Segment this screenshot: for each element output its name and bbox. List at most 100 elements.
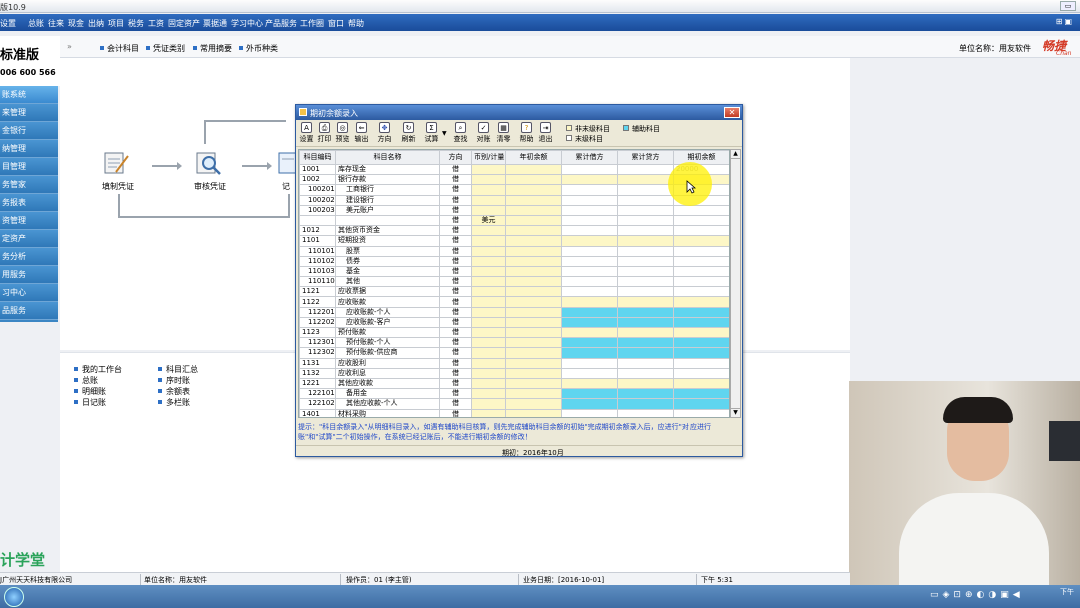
opening-balance-cell[interactable] <box>673 296 729 308</box>
column-header[interactable]: 科目名称 <box>335 150 440 165</box>
find-button[interactable]: ⌕ 查找 <box>451 122 470 146</box>
menu-item[interactable]: 往来 <box>48 18 64 29</box>
cumulative-debit-cell[interactable] <box>561 306 618 318</box>
account-name-cell[interactable]: 其他货币资金 <box>335 225 440 237</box>
grid-scrollbar[interactable]: ▲ ▼ <box>730 149 741 418</box>
account-name-cell[interactable]: 股票 <box>335 245 440 257</box>
account-code-cell[interactable]: 1401 <box>299 408 336 417</box>
account-code-cell[interactable]: 112201 <box>299 306 336 318</box>
account-name-cell[interactable]: 其他应收款 <box>335 377 440 390</box>
account-code-cell[interactable] <box>299 214 336 227</box>
column-header[interactable]: 方向 <box>439 150 472 165</box>
cumulative-debit-cell[interactable] <box>561 367 618 379</box>
year-start-balance-cell[interactable] <box>505 316 562 329</box>
year-start-balance-cell[interactable] <box>505 194 562 206</box>
opening-balance-cell[interactable] <box>673 337 729 349</box>
menu-item[interactable]: 工资 <box>148 18 164 29</box>
direction-cell[interactable]: 借 <box>439 214 472 227</box>
table-row[interactable]: 1221 其他应收款借 <box>299 377 729 390</box>
direction-button[interactable]: ✥ 方向 <box>375 122 394 146</box>
year-start-balance-cell[interactable] <box>505 357 562 369</box>
currency-cell[interactable] <box>471 204 506 216</box>
cumulative-credit-cell[interactable] <box>617 184 674 196</box>
cumulative-credit-cell[interactable] <box>617 316 674 329</box>
account-code-cell[interactable]: 1221 <box>299 377 336 390</box>
column-header[interactable]: 累计借方 <box>561 150 618 165</box>
currency-cell[interactable] <box>471 235 506 247</box>
sidebar-item[interactable]: 用服务 <box>0 266 58 284</box>
quick-link[interactable]: 日记账 <box>74 397 106 408</box>
currency-cell[interactable]: 美元 <box>471 214 506 227</box>
direction-cell[interactable]: 借 <box>439 306 472 318</box>
print-button[interactable]: ⎙ 打印 <box>315 122 334 146</box>
table-row[interactable]: 1123 预付账款借 <box>299 326 729 339</box>
direction-cell[interactable]: 借 <box>439 326 472 339</box>
menu-item[interactable]: 项目 <box>108 18 124 29</box>
quick-link[interactable]: 余额表 <box>158 386 190 397</box>
account-code-cell[interactable]: 112301 <box>299 337 336 349</box>
settings-button[interactable]: A 设置 <box>297 122 316 146</box>
currency-cell[interactable] <box>471 194 506 206</box>
table-row[interactable]: 112302 预付账款-供应商借 <box>299 347 729 359</box>
account-code-cell[interactable]: 122101 <box>299 388 336 400</box>
dialog-title-bar[interactable]: 期初余额录入 ✕ <box>296 105 742 120</box>
menu-item[interactable]: 设置 <box>0 18 16 29</box>
cumulative-credit-cell[interactable] <box>617 163 674 176</box>
currency-cell[interactable] <box>471 255 506 267</box>
table-row[interactable]: 1002 银行存款借 <box>299 174 729 186</box>
table-row[interactable]: 112202 应收账款-客户借 <box>299 316 729 329</box>
account-name-cell[interactable]: 应收账款 <box>335 296 440 308</box>
opening-balance-cell[interactable] <box>673 235 729 247</box>
sidebar-item[interactable]: 纳管理 <box>0 140 58 158</box>
account-code-cell[interactable]: 100203 <box>299 204 336 216</box>
table-row[interactable]: 112201 应收账款-个人借 <box>299 306 729 318</box>
account-code-cell[interactable]: 1001 <box>299 163 336 176</box>
year-start-balance-cell[interactable] <box>505 286 562 298</box>
year-start-balance-cell[interactable] <box>505 184 562 196</box>
year-start-balance-cell[interactable] <box>505 163 562 176</box>
table-row[interactable]: 100203 美元账户借 <box>299 204 729 216</box>
account-code-cell[interactable]: 1132 <box>299 367 336 379</box>
quick-link[interactable]: 序时账 <box>158 375 190 386</box>
fill-voucher-icon[interactable] <box>102 150 130 176</box>
tab-currencies[interactable]: 外币种类 <box>239 43 278 54</box>
cumulative-credit-cell[interactable] <box>617 194 674 206</box>
table-row[interactable]: 1101 短期投资借 <box>299 235 729 247</box>
currency-cell[interactable] <box>471 306 506 318</box>
reconcile-button[interactable]: ✓ 对账 <box>474 122 493 146</box>
tab-accounts[interactable]: 会计科目 <box>100 43 139 54</box>
help-button[interactable]: ? 帮助 <box>517 122 536 146</box>
direction-cell[interactable]: 借 <box>439 255 472 267</box>
direction-cell[interactable]: 借 <box>439 316 472 329</box>
cumulative-debit-cell[interactable] <box>561 204 618 216</box>
currency-cell[interactable] <box>471 377 506 390</box>
menu-item[interactable]: 产品服务 <box>265 18 297 29</box>
opening-balance-cell[interactable] <box>673 276 729 288</box>
table-row[interactable]: 1122 应收账款借 <box>299 296 729 308</box>
menu-item[interactable]: 出纳 <box>88 18 104 29</box>
sidebar-item[interactable]: 资管理 <box>0 212 58 230</box>
year-start-balance-cell[interactable] <box>505 265 562 278</box>
currency-cell[interactable] <box>471 276 506 288</box>
year-start-balance-cell[interactable] <box>505 367 562 379</box>
currency-cell[interactable] <box>471 296 506 308</box>
account-code-cell[interactable]: 110110 <box>299 276 336 288</box>
account-code-cell[interactable]: 110101 <box>299 245 336 257</box>
account-code-cell[interactable]: 122102 <box>299 398 336 410</box>
opening-balance-cell[interactable] <box>673 347 729 359</box>
menu-item[interactable]: 票据通 <box>203 18 227 29</box>
cumulative-credit-cell[interactable] <box>617 337 674 349</box>
menu-item[interactable]: 工作圈 <box>300 18 324 29</box>
currency-cell[interactable] <box>471 367 506 379</box>
table-row[interactable]: 借美元 <box>299 214 729 227</box>
sidebar-item[interactable]: 品服务 <box>0 302 58 320</box>
account-name-cell[interactable]: 备用金 <box>335 388 440 400</box>
account-name-cell[interactable]: 预付账款-供应商 <box>335 347 440 359</box>
account-code-cell[interactable]: 110103 <box>299 265 336 278</box>
opening-balance-cell[interactable] <box>673 245 729 257</box>
opening-balance-cell[interactable] <box>673 225 729 237</box>
account-code-cell[interactable]: 1121 <box>299 286 336 298</box>
year-start-balance-cell[interactable] <box>505 296 562 308</box>
column-header[interactable]: 币别/计量 <box>471 150 506 165</box>
exit-button[interactable]: ⇥ 退出 <box>536 122 555 146</box>
